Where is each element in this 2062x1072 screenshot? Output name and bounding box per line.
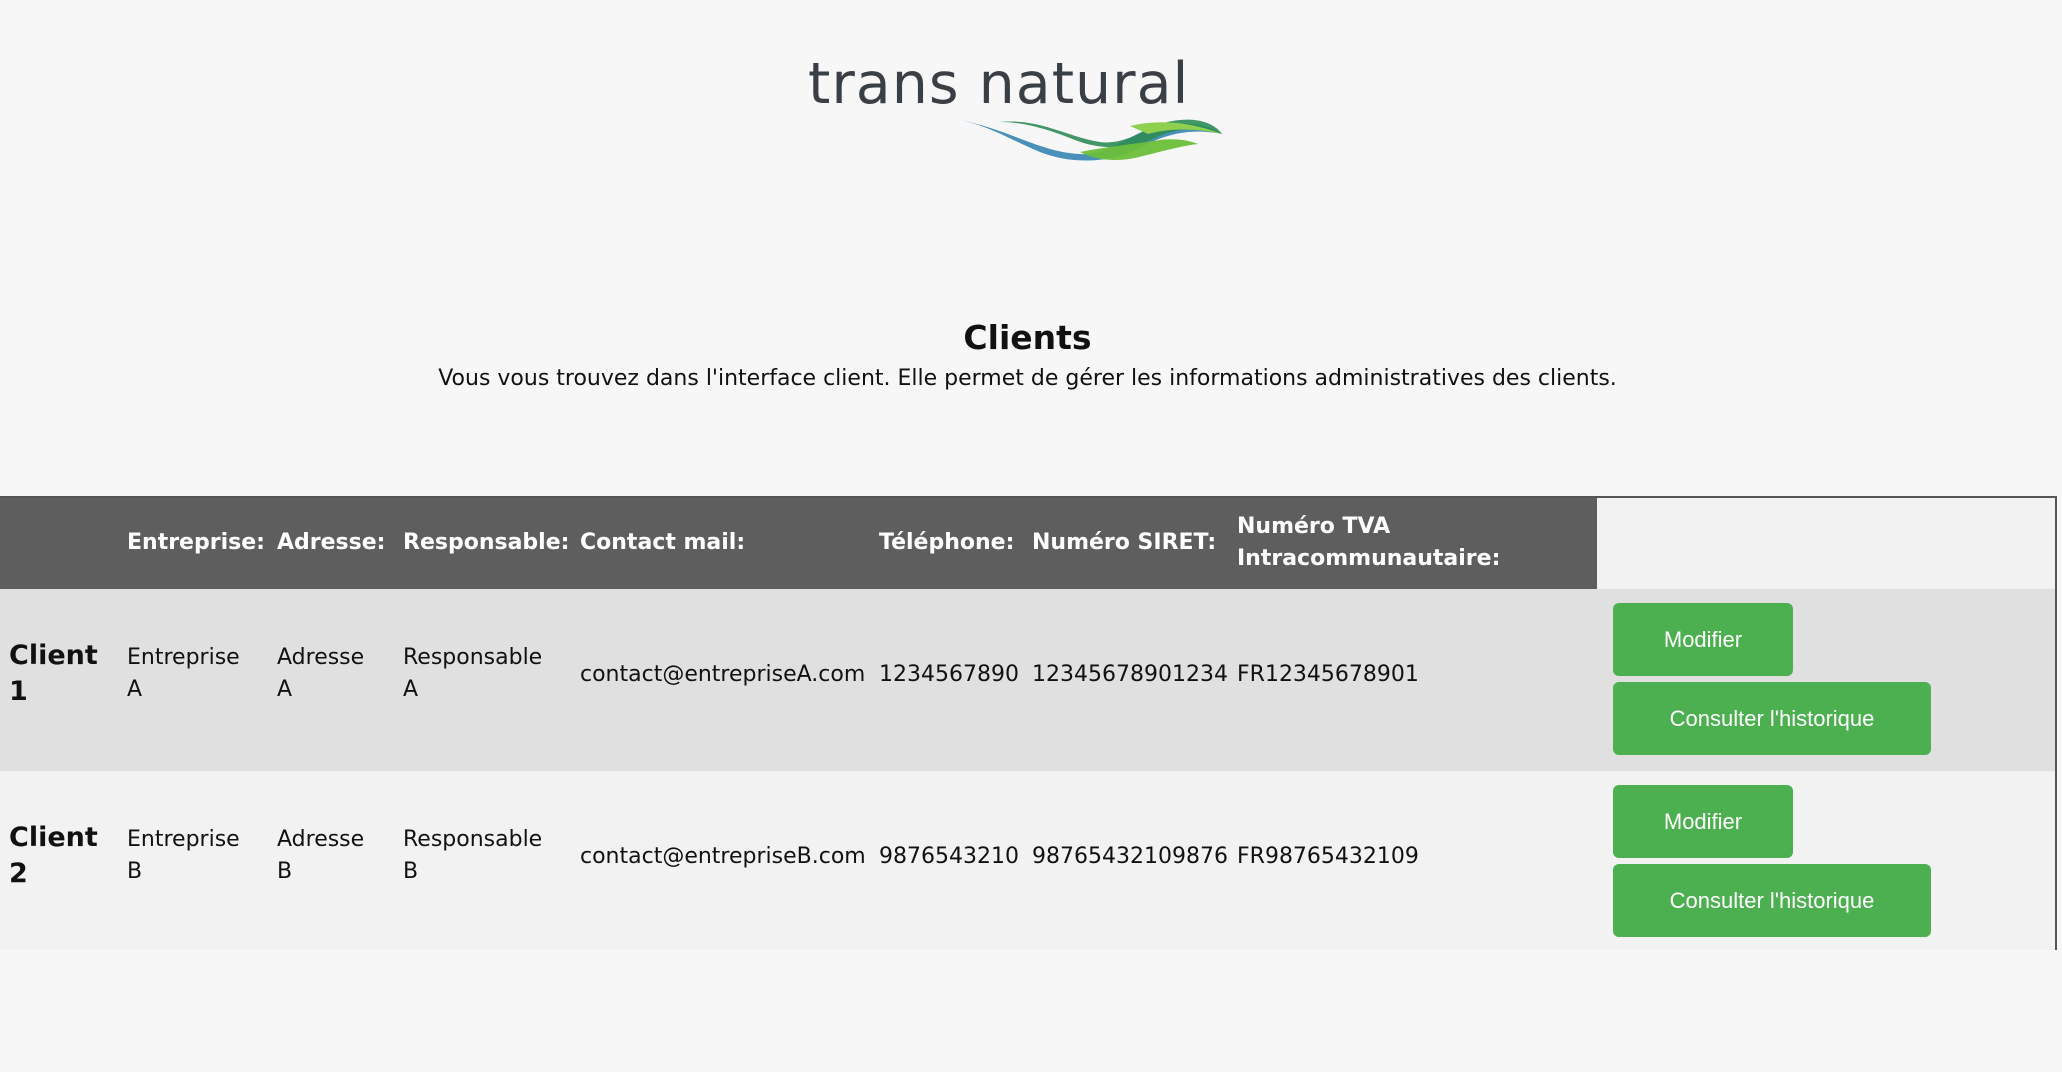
cell-entreprise: Entreprise B (127, 827, 240, 884)
table-row: Client 1 Entreprise A Adresse A Responsa… (0, 589, 2055, 771)
cell-contact: contact@entrepriseA.com (580, 662, 866, 687)
table-header: Entreprise: Adresse: Responsable: Contac… (0, 498, 1597, 589)
cell-tva: FR98765432109 (1237, 844, 1419, 869)
cell-siret: 98765432109876 (1032, 844, 1228, 869)
modify-button[interactable]: Modifier (1613, 603, 1793, 676)
cell-tva: FR12345678901 (1237, 662, 1419, 687)
header-adresse: Adresse: (277, 530, 386, 555)
cell-responsable: Responsable A (403, 645, 543, 702)
header-tva: Numéro TVA Intracommunautaire: (1237, 514, 1501, 571)
cell-responsable: Responsable B (403, 827, 543, 884)
cell-contact: contact@entrepriseB.com (580, 844, 866, 869)
cell-entreprise: Entreprise A (127, 645, 240, 702)
cell-telephone: 9876543210 (879, 844, 1019, 869)
logo: trans natural (808, 52, 1228, 167)
cell-telephone: 1234567890 (879, 662, 1019, 687)
cell-adresse: Adresse B (277, 827, 365, 884)
header-responsable: Responsable: (403, 530, 570, 555)
cell-adresse: Adresse A (277, 645, 365, 702)
page-subtitle: Vous vous trouvez dans l'interface clien… (438, 366, 1617, 391)
header-contact: Contact mail: (580, 530, 746, 555)
history-button[interactable]: Consulter l'historique (1613, 864, 1931, 937)
modify-button[interactable]: Modifier (1613, 785, 1793, 858)
clients-table: Entreprise: Adresse: Responsable: Contac… (0, 496, 2057, 950)
page-title: Clients (963, 318, 1092, 357)
row-label: Client 2 (9, 822, 98, 889)
cell-siret: 12345678901234 (1032, 662, 1228, 687)
header-entreprise: Entreprise: (127, 530, 265, 555)
header-telephone: Téléphone: (879, 530, 1015, 555)
table-row: Client 2 Entreprise B Adresse B Responsa… (0, 771, 2055, 950)
header-siret: Numéro SIRET: (1032, 530, 1217, 555)
row-label: Client 1 (9, 640, 98, 707)
logo-wave-icon (960, 119, 1222, 161)
history-button[interactable]: Consulter l'historique (1613, 682, 1931, 755)
logo-text: trans natural (808, 51, 1190, 117)
